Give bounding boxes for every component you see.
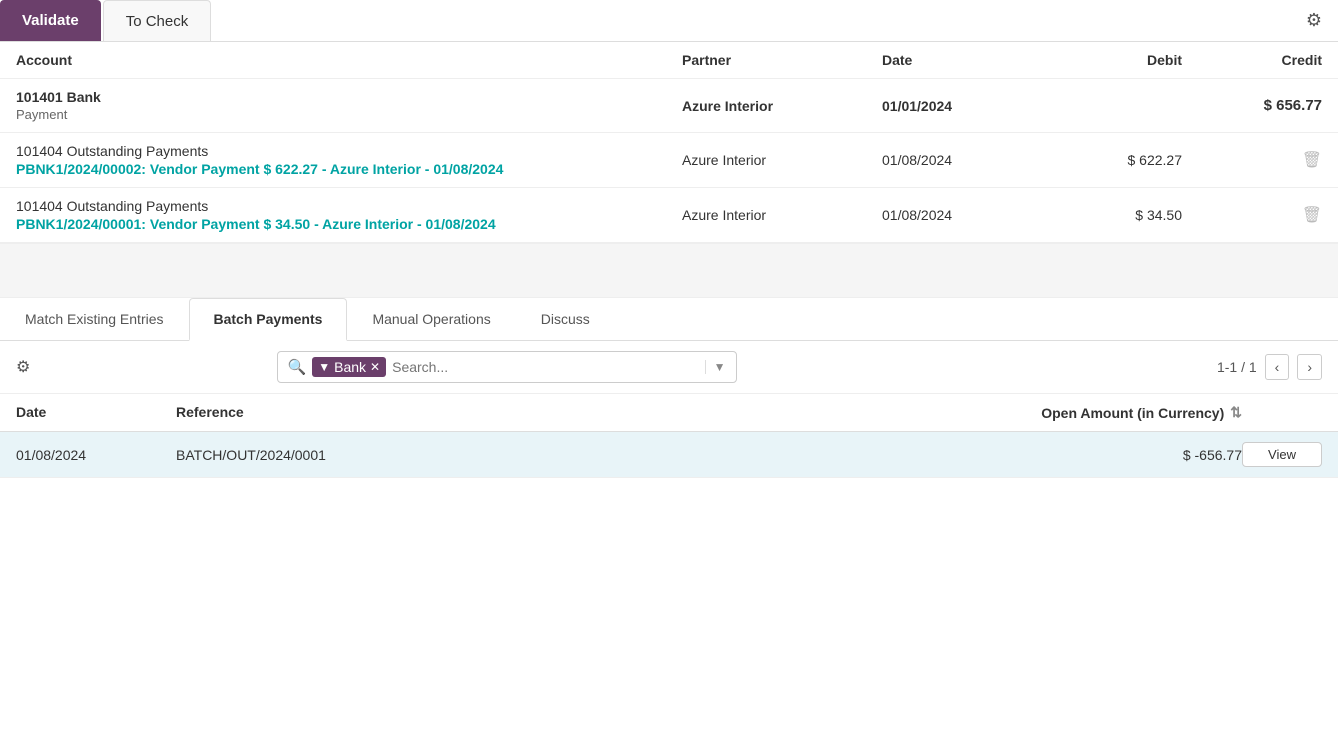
link-ref[interactable]: PBNK1/2024/00001: — [16, 216, 146, 232]
col-open-amount-header: Open Amount (in Currency) ⇅ — [1022, 404, 1242, 421]
row-date: 01/08/2024 — [16, 447, 176, 463]
filter-label: Bank — [334, 359, 366, 375]
row-reference: BATCH/OUT/2024/0001 — [176, 447, 1022, 463]
tab-match-existing[interactable]: Match Existing Entries — [0, 298, 189, 341]
gear-icon[interactable]: ⚙ — [16, 357, 30, 377]
partner-value: Azure Interior — [682, 98, 882, 114]
link-desc: Vendor Payment $ 622.27 - Azure Interior… — [146, 161, 503, 177]
validate-button[interactable]: Validate — [0, 0, 101, 41]
account-name: 101404 Outstanding Payments — [16, 198, 682, 214]
date-value: 01/01/2024 — [882, 98, 1042, 114]
table-row: 101401 Bank Payment Azure Interior 01/01… — [0, 79, 1338, 133]
row-open-amount: $ -656.77 — [1022, 447, 1242, 463]
credit-header: Credit — [1182, 52, 1322, 68]
tab-discuss[interactable]: Discuss — [516, 298, 615, 341]
account-header: Account — [16, 52, 682, 68]
col-action-header — [1242, 404, 1322, 421]
partner-value: Azure Interior — [682, 152, 882, 168]
filter-icon: ▼ — [318, 360, 330, 374]
to-check-tab[interactable]: To Check — [103, 0, 212, 41]
debit-value: $ 34.50 — [1042, 207, 1182, 223]
partner-value: Azure Interior — [682, 207, 882, 223]
top-tab-bar: Validate To Check ⚙ — [0, 0, 1338, 42]
view-button[interactable]: View — [1242, 442, 1322, 467]
link-ref[interactable]: PBNK1/2024/00002: — [16, 161, 146, 177]
prev-page-button[interactable]: ‹ — [1265, 354, 1290, 380]
account-col: 101404 Outstanding Payments PBNK1/2024/0… — [16, 143, 682, 177]
delete-icon[interactable]: 🗑 — [1302, 205, 1322, 225]
credit-value: $ 656.77 — [1182, 97, 1322, 114]
col-date-header: Date — [16, 404, 176, 421]
data-table-row: 01/08/2024 BATCH/OUT/2024/0001 $ -656.77… — [0, 432, 1338, 478]
search-bar: 🔍 ▼ Bank ✕ ▼ — [277, 351, 737, 383]
sort-icon[interactable]: ⇅ — [1230, 404, 1242, 421]
delete-icon[interactable]: 🗑 — [1302, 150, 1322, 170]
link-desc: Vendor Payment $ 34.50 - Azure Interior … — [146, 216, 496, 232]
dropdown-arrow-icon[interactable]: ▼ — [705, 360, 726, 374]
table-row: 101404 Outstanding Payments PBNK1/2024/0… — [0, 133, 1338, 188]
entry-link[interactable]: PBNK1/2024/00002: Vendor Payment $ 622.2… — [16, 161, 682, 177]
partner-header: Partner — [682, 52, 882, 68]
search-icon: 🔍 — [288, 358, 307, 376]
settings-icon[interactable]: ⚙ — [1290, 0, 1338, 41]
account-name: 101401 Bank — [16, 89, 682, 105]
tab-manual-operations[interactable]: Manual Operations — [347, 298, 515, 341]
table-row: 101404 Outstanding Payments PBNK1/2024/0… — [0, 188, 1338, 243]
account-sub: Payment — [16, 107, 682, 122]
filter-close-icon[interactable]: ✕ — [370, 360, 380, 374]
search-input[interactable] — [392, 359, 699, 375]
filter-badge[interactable]: ▼ Bank ✕ — [312, 357, 386, 377]
bottom-toolbar: ⚙ 🔍 ▼ Bank ✕ ▼ 1-1 / 1 ‹ › — [0, 341, 1338, 394]
account-name: 101404 Outstanding Payments — [16, 143, 682, 159]
section-spacer — [0, 243, 1338, 298]
bottom-tab-bar: Match Existing Entries Batch Payments Ma… — [0, 298, 1338, 341]
debit-header: Debit — [1042, 52, 1182, 68]
date-value: 01/08/2024 — [882, 152, 1042, 168]
table-column-headers: Account Partner Date Debit Credit — [0, 42, 1338, 79]
tab-batch-payments[interactable]: Batch Payments — [189, 298, 348, 341]
account-col: 101401 Bank Payment — [16, 89, 682, 122]
pagination-text: 1-1 / 1 — [1217, 359, 1257, 375]
date-header: Date — [882, 52, 1042, 68]
next-page-button[interactable]: › — [1297, 354, 1322, 380]
pagination: 1-1 / 1 ‹ › — [1217, 354, 1322, 380]
debit-value: $ 622.27 — [1042, 152, 1182, 168]
entries-table: 101401 Bank Payment Azure Interior 01/01… — [0, 79, 1338, 243]
account-col: 101404 Outstanding Payments PBNK1/2024/0… — [16, 198, 682, 232]
entry-link[interactable]: PBNK1/2024/00001: Vendor Payment $ 34.50… — [16, 216, 682, 232]
date-value: 01/08/2024 — [882, 207, 1042, 223]
col-reference-header: Reference — [176, 404, 1022, 421]
data-table-headers: Date Reference Open Amount (in Currency)… — [0, 394, 1338, 432]
